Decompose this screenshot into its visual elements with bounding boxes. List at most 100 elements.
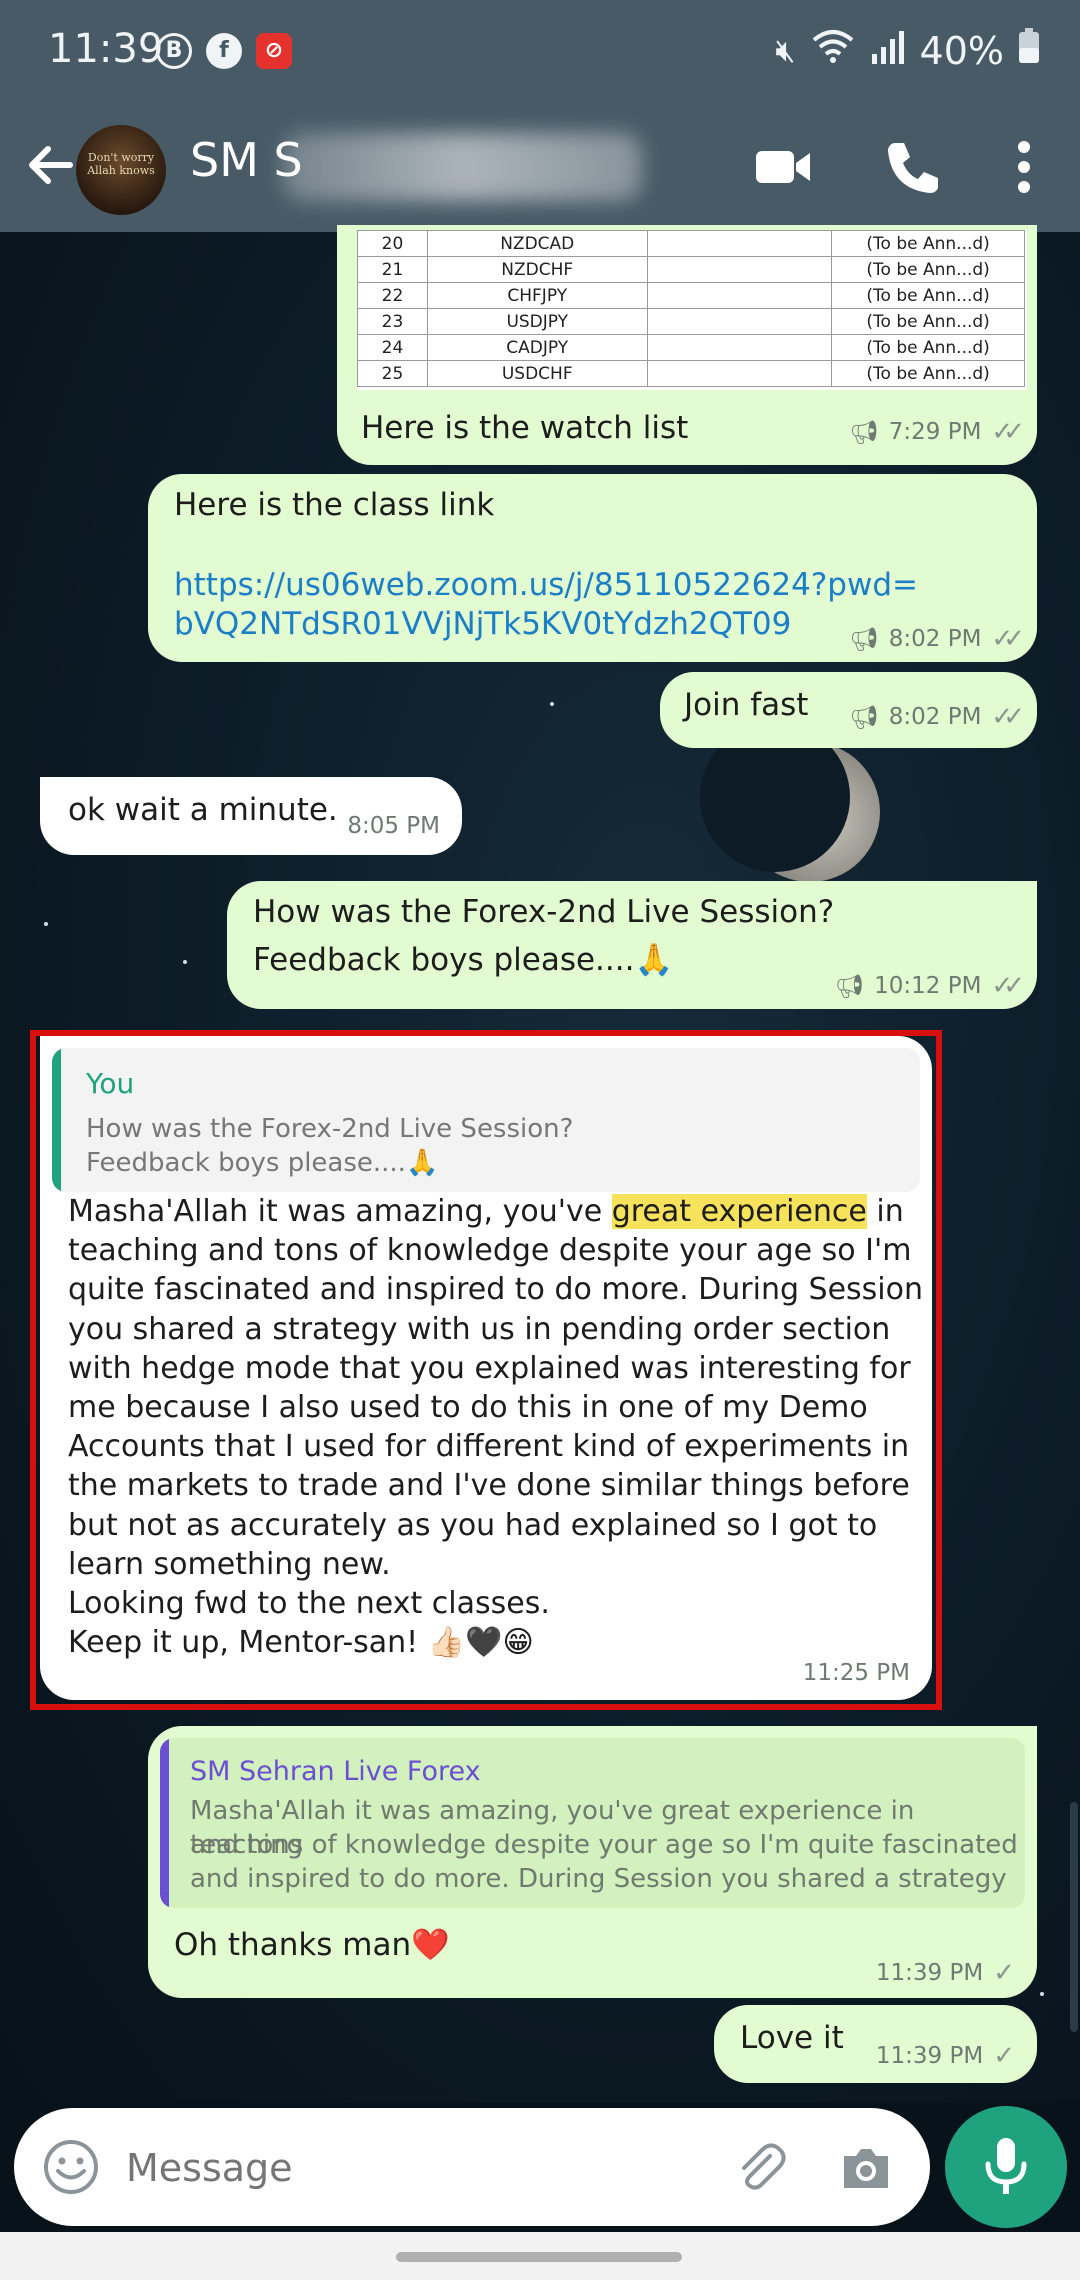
wifi-icon — [810, 26, 856, 75]
message-input[interactable] — [126, 2138, 686, 2198]
app-icon: ⊘ — [256, 33, 292, 69]
zoom-link[interactable]: https://us06web.zoom.us/j/85110522624?pw… — [174, 566, 918, 605]
watch-list-table-image[interactable]: 20 NZDCAD (To be Ann...d) 21 NZDCHF (To be An… — [357, 230, 1027, 390]
facebook-icon: f — [206, 33, 242, 69]
message-bubble-outgoing[interactable]: Join fast 📢︎ 8:02 PM ✓✓ — [660, 672, 1037, 748]
watch-list-table: 20 NZDCAD (To be Ann...d) 21 NZDCHF (To be An… — [357, 230, 1025, 387]
mic-icon — [985, 2138, 1027, 2194]
message-bubble-outgoing[interactable]: SM Sehran Live Forex Masha'Allah it was … — [148, 1726, 1037, 1998]
message-time: 10:12 PM — [874, 973, 982, 999]
read-ticks-icon: ✓✓ — [991, 702, 1024, 732]
table-row: 20 NZDCAD (To be Ann...d) — [357, 230, 1025, 257]
sent-tick-icon: ✓ — [993, 2041, 1015, 2071]
message-text: Feedback boys please....🙏 — [253, 942, 674, 978]
quoted-message[interactable]: SM Sehran Live Forex Masha'Allah it was … — [160, 1738, 1025, 1908]
table-cell-note: (To be Ann...d) — [831, 230, 1025, 257]
message-text: Join fast — [684, 687, 809, 723]
broadcast-icon: 📢︎ — [834, 973, 865, 1000]
table-cell-empty — [646, 334, 833, 361]
broadcast-icon: 📢︎ — [849, 704, 879, 731]
table-cell-pair: CADJPY — [426, 334, 648, 361]
message-time: 11:39 PM — [875, 2043, 984, 2069]
table-cell-empty — [646, 360, 833, 387]
table-cell-pair: NZDCAD — [426, 230, 648, 257]
contact-avatar[interactable]: Don't worry Allah knows — [76, 125, 166, 215]
table-cell-number: 22 — [357, 282, 428, 309]
chat-header: Don't worry Allah knows SM S — [0, 105, 1080, 232]
status-time: 11:39 — [48, 26, 164, 72]
mic-button[interactable] — [945, 2106, 1067, 2228]
quote-bar — [160, 1738, 169, 1908]
read-ticks-icon: ✓✓ — [991, 417, 1024, 447]
broadcast-icon: 📢︎ — [849, 419, 879, 446]
message-bubble-outgoing[interactable]: Here is the class link https://us06web.z… — [148, 474, 1037, 662]
message-input-pill[interactable] — [14, 2108, 930, 2226]
table-row: 22 CHFJPY (To be Ann...d) — [357, 282, 1025, 309]
message-text: Love it — [740, 2020, 844, 2056]
table-cell-empty — [646, 282, 833, 309]
message-bubble-outgoing[interactable]: Love it 11:39 PM ✓ — [714, 2005, 1037, 2083]
message-time: 11:39 PM — [875, 1960, 984, 1986]
b-icon: B — [156, 33, 192, 69]
mute-icon: 🔇︎ — [775, 31, 796, 69]
contact-name-redaction — [282, 133, 642, 201]
table-cell-empty — [646, 308, 833, 335]
camera-icon[interactable] — [836, 2138, 896, 2198]
message-text: Here is the watch list — [361, 410, 689, 446]
video-call-icon[interactable] — [752, 135, 816, 199]
message-time: 8:05 PM — [347, 813, 440, 839]
battery-percent: 40% — [919, 28, 1004, 73]
table-cell-note: (To be Ann...d) — [831, 282, 1025, 309]
back-arrow-icon[interactable] — [20, 135, 80, 195]
scroll-indicator[interactable] — [1070, 1802, 1078, 2032]
attach-icon[interactable] — [730, 2138, 790, 2198]
status-right: 🔇︎ 40% — [775, 26, 1040, 75]
table-cell-empty — [646, 256, 833, 283]
battery-icon — [1018, 28, 1040, 73]
message-meta: 11:39 PM ✓ — [876, 1958, 1015, 1988]
emoji-icon[interactable] — [42, 2138, 100, 2196]
message-meta: 📢︎ 8:02 PM ✓✓ — [849, 702, 1025, 732]
message-text: ok wait a minute. — [68, 792, 338, 828]
table-cell-number: 20 — [357, 230, 428, 257]
more-options-icon[interactable] — [992, 135, 1056, 199]
message-time: 8:02 PM — [888, 704, 982, 730]
message-bubble-incoming[interactable]: ok wait a minute. 8:05 PM — [40, 777, 462, 855]
table-cell-note: (To be Ann...d) — [831, 360, 1025, 387]
message-time: 8:02 PM — [888, 626, 982, 652]
voice-call-icon[interactable] — [880, 135, 944, 199]
table-cell-number: 21 — [357, 256, 428, 283]
table-cell-number: 25 — [357, 360, 428, 387]
signal-icon — [870, 29, 906, 73]
quote-author: SM Sehran Live Forex — [190, 1756, 481, 1787]
read-ticks-icon: ✓✓ — [991, 971, 1024, 1001]
message-text: Oh thanks man❤️ — [174, 1927, 450, 1963]
selection-frame — [30, 1030, 942, 1710]
table-cell-note: (To be Ann...d) — [831, 256, 1025, 283]
message-bubble-outgoing[interactable]: 20 NZDCAD (To be Ann...d) 21 NZDCHF (To be An… — [337, 225, 1037, 465]
zoom-link[interactable]: bVQ2NTdSR01VVjNjTk5KV0tYdzh2QT09 — [174, 605, 791, 644]
wallpaper-star — [1040, 1992, 1044, 1996]
broadcast-icon: 📢︎ — [849, 626, 879, 653]
table-row: 24 CADJPY (To be Ann...d) — [357, 334, 1025, 361]
message-bubble-outgoing[interactable]: How was the Forex-2nd Live Session? Feed… — [227, 881, 1037, 1009]
message-meta: 11:39 PM ✓ — [876, 2041, 1015, 2071]
table-cell-note: (To be Ann...d) — [831, 308, 1025, 335]
table-cell-number: 24 — [357, 334, 428, 361]
table-cell-note: (To be Ann...d) — [831, 334, 1025, 361]
wallpaper-star — [183, 960, 187, 964]
wallpaper-star — [550, 702, 554, 706]
message-meta: 📢︎ 10:12 PM ✓✓ — [834, 971, 1025, 1001]
home-gesture-pill[interactable] — [396, 2252, 682, 2262]
table-cell-pair: NZDCHF — [426, 256, 648, 283]
table-cell-pair: USDCHF — [426, 360, 648, 387]
system-nav-bar — [0, 2232, 1080, 2280]
table-cell-pair: CHFJPY — [426, 282, 648, 309]
quote-text: and tons of knowledge despite your age s… — [190, 1830, 1018, 1860]
quote-text: and inspired to do more. During Session … — [190, 1864, 1007, 1908]
message-text: How was the Forex-2nd Live Session? — [253, 894, 835, 930]
message-time: 7:29 PM — [888, 419, 982, 445]
table-row: 25 USDCHF (To be Ann...d) — [357, 360, 1025, 387]
status-bar: 11:39 B f ⊘ 🔇︎ 40% — [0, 0, 1080, 105]
table-cell-number: 23 — [357, 308, 428, 335]
